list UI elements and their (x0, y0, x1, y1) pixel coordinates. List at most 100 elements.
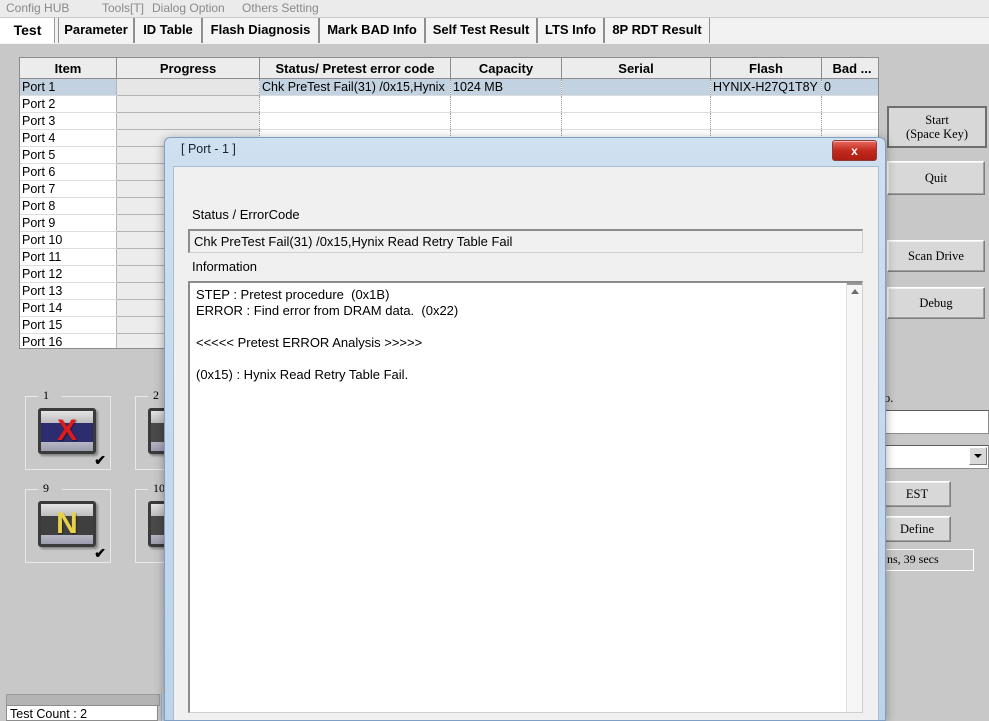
table-row[interactable]: Port 1 Chk PreTest Fail(31) /0x15,Hynix 10… (20, 78, 878, 96)
port-thumbnail-1[interactable]: 1 X ✔ (25, 388, 111, 470)
tab-parameter[interactable]: Parameter (58, 18, 134, 43)
cell-capacity (450, 95, 562, 113)
information-textarea[interactable]: STEP : Pretest procedure (0x1B) ERROR : … (188, 281, 863, 713)
cell-progress (116, 95, 260, 113)
status-errorcode-value: Chk PreTest Fail(31) /0x15,Hynix Read Re… (188, 229, 863, 253)
cell-item: Port 4 (20, 129, 117, 147)
cell-item: Port 13 (20, 282, 117, 300)
cell-serial (561, 95, 711, 113)
checkmark-icon[interactable]: ✔ (94, 546, 106, 560)
port-status-screen-icon: N (38, 501, 96, 547)
cell-bad: 0 (821, 78, 878, 96)
define-button[interactable]: Define (883, 516, 951, 542)
cell-status: Chk PreTest Fail(31) /0x15,Hynix (259, 78, 451, 96)
menu-bar: Config HUB Tools[T] Dialog Option Others Se… (0, 0, 989, 18)
menu-item-others-setting[interactable]: Others Setting (240, 1, 321, 16)
tab-mark-bad-info[interactable]: Mark BAD Info (319, 18, 425, 43)
thumb-top-line-left (26, 396, 38, 397)
menu-item-config-hub[interactable]: Config HUB (4, 1, 71, 16)
cell-bad (821, 112, 878, 130)
dialog-title: [ Port - 1 ] (181, 142, 236, 156)
tab-strip: Test Parameter ID Table Flash Diagnosis Mark… (0, 18, 989, 45)
column-header-progress[interactable]: Progress (116, 58, 260, 79)
cell-item: Port 11 (20, 248, 117, 266)
tab-id-table[interactable]: ID Table (134, 18, 202, 43)
table-row[interactable]: Port 2 (20, 95, 878, 113)
column-header-bad[interactable]: Bad ... (821, 58, 878, 79)
application-window: Config HUB Tools[T] Dialog Option Others Se… (0, 0, 989, 721)
cell-capacity: 1024 MB (450, 78, 562, 96)
cell-item: Port 16 (20, 333, 117, 348)
tab-lts-info[interactable]: LTS Info (537, 18, 604, 43)
thumb-top-line-left (136, 489, 148, 490)
start-button-label-line2: (Space Key) (905, 127, 969, 141)
cell-item: Port 3 (20, 112, 117, 130)
information-text: STEP : Pretest procedure (0x1B) ERROR : … (196, 287, 459, 382)
port-thumbnail-number: 2 (150, 388, 162, 403)
column-header-capacity[interactable]: Capacity (450, 58, 562, 79)
scan-drive-button[interactable]: Scan Drive (887, 240, 985, 272)
dialog-body: Status / ErrorCode Chk PreTest Fail(31) … (173, 166, 879, 720)
quit-button[interactable]: Quit (887, 161, 985, 195)
thumb-top-line-right (62, 396, 110, 397)
cell-serial (561, 112, 711, 130)
cell-progress (116, 112, 260, 130)
cell-item: Port 8 (20, 197, 117, 215)
port-status-glyph-na: N (56, 507, 78, 540)
thumb-top-line-left (26, 489, 38, 490)
tab-test[interactable]: Test (0, 18, 55, 43)
cell-item: Port 10 (20, 231, 117, 249)
cell-status (259, 95, 451, 113)
dialog-title-bar[interactable]: [ Port - 1 ] x (165, 138, 885, 164)
table-header-row: Item Progress Status/ Pretest error code… (20, 58, 878, 79)
column-header-serial[interactable]: Serial (561, 58, 711, 79)
port-thumbnail-number: 1 (40, 388, 52, 403)
tab-8p-rdt-result[interactable]: 8P RDT Result (604, 18, 710, 43)
thumb-top-line-right (62, 489, 110, 490)
column-header-status[interactable]: Status/ Pretest error code (259, 58, 451, 79)
start-button[interactable]: Start (Space Key) (887, 106, 987, 148)
cell-flash (710, 95, 822, 113)
menu-item-tools-t[interactable]: Tools[T] (100, 1, 146, 16)
status-errorcode-label: Status / ErrorCode (192, 207, 300, 222)
port-status-glyph-fail: X (56, 414, 77, 447)
cell-item: Port 14 (20, 299, 117, 317)
port-thumbnail-9[interactable]: 9 N ✔ (25, 481, 111, 563)
cell-bad (821, 95, 878, 113)
elapsed-time-label: ns, 39 secs (883, 549, 974, 571)
cell-item: Port 7 (20, 180, 117, 198)
table-row[interactable]: Port 3 (20, 112, 878, 130)
scroll-up-icon[interactable] (847, 283, 862, 299)
column-header-flash[interactable]: Flash (710, 58, 822, 79)
cell-item: Port 1 (20, 78, 117, 96)
menu-item-dialog-option[interactable]: Dialog Option (150, 1, 227, 16)
port-thumbnail-number: 9 (40, 481, 52, 496)
tab-flash-diagnosis[interactable]: Flash Diagnosis (202, 18, 319, 43)
cell-item: Port 2 (20, 95, 117, 113)
start-button-label-line1: Start (925, 112, 949, 127)
control-panel: Start (Space Key) Quit Scan Drive Debug … (881, 44, 989, 721)
port-status-screen-icon: X (38, 408, 96, 454)
checkmark-icon[interactable]: ✔ (94, 453, 106, 467)
cell-item: Port 15 (20, 316, 117, 334)
test-button[interactable]: EST (883, 481, 951, 507)
information-scrollbar[interactable] (846, 283, 862, 712)
cell-capacity (450, 112, 562, 130)
port-detail-dialog: [ Port - 1 ] x Status / ErrorCode Chk Pr… (164, 137, 886, 721)
serial-no-input[interactable] (883, 410, 989, 434)
close-icon[interactable]: x (832, 140, 877, 161)
debug-button[interactable]: Debug (887, 287, 985, 319)
test-count-label: Test Count : 2 (6, 705, 158, 721)
cell-serial (561, 78, 711, 96)
cell-flash: HYNIX-H27Q1T8Y (710, 78, 822, 96)
tab-self-test-result[interactable]: Self Test Result (425, 18, 537, 43)
cell-item: Port 5 (20, 146, 117, 164)
cell-progress (116, 78, 260, 96)
thumb-top-line-left (136, 396, 148, 397)
cell-item: Port 6 (20, 163, 117, 181)
chevron-down-icon[interactable] (969, 447, 987, 465)
cell-item: Port 12 (20, 265, 117, 283)
cell-item: Port 9 (20, 214, 117, 232)
option-dropdown[interactable] (883, 445, 989, 469)
column-header-item[interactable]: Item (20, 58, 117, 79)
